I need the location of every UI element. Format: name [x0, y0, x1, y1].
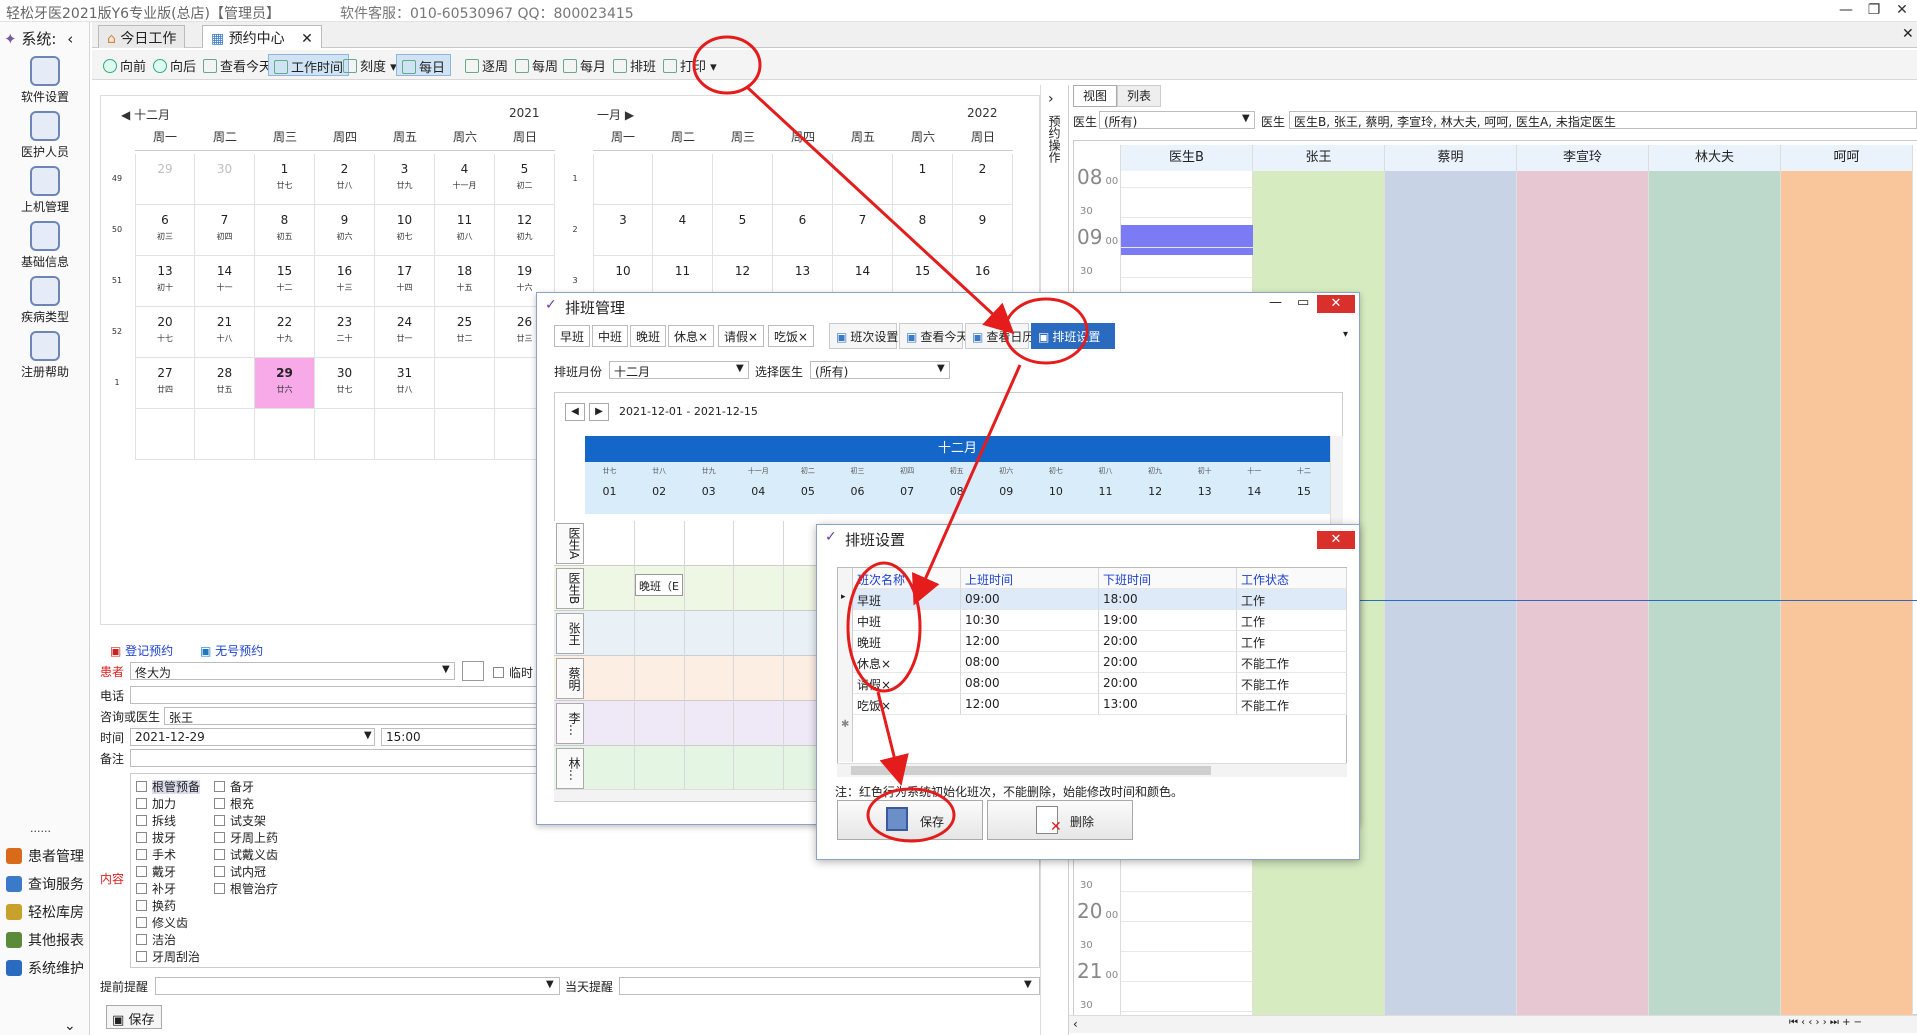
- annotation-circle-shift-settings: [1003, 297, 1089, 365]
- annotation-layer: [692, 35, 1089, 843]
- annotation-circle-schedule: [692, 35, 762, 95]
- annotation-arrow-1: [746, 86, 1015, 335]
- annotation-circle-save: [866, 787, 956, 843]
- annotation-arrow-3: [876, 691, 909, 786]
- annotation-arrow-2: [911, 364, 1022, 606]
- annotation-circle-shift-names: [846, 561, 922, 693]
